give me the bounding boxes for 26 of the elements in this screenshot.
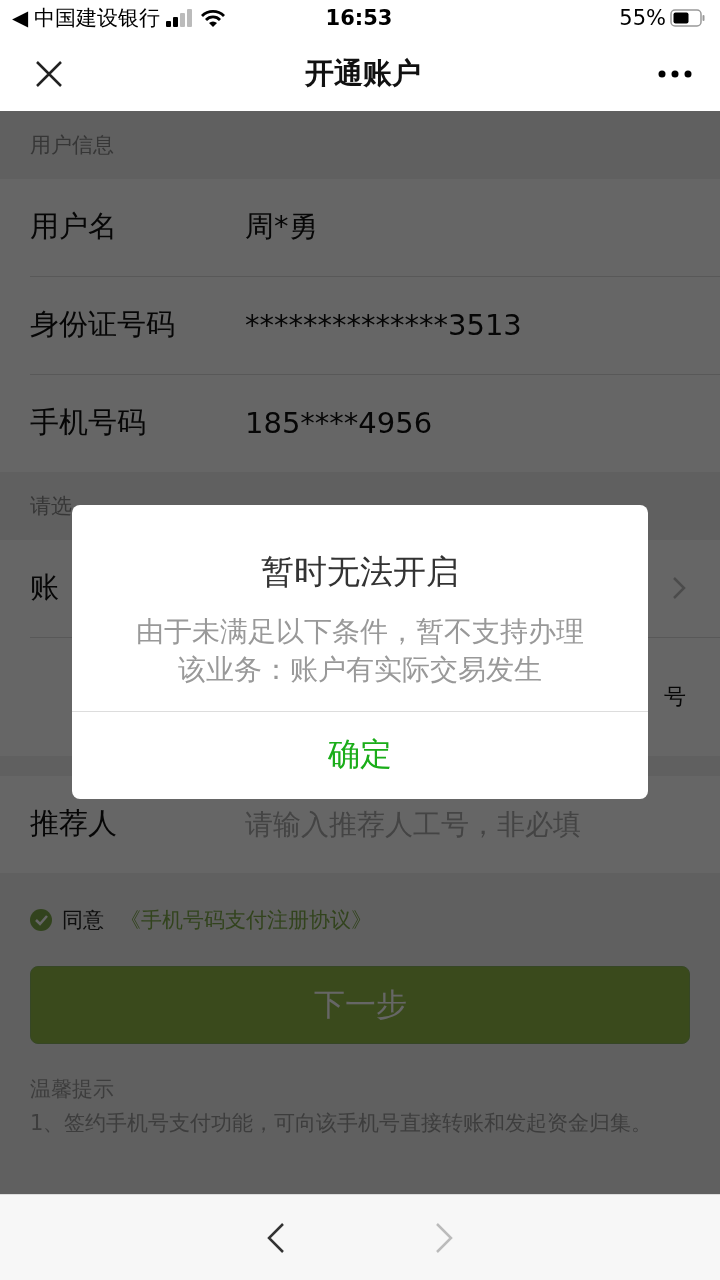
- battery-icon: [670, 9, 706, 28]
- back-icon[interactable]: [267, 1221, 285, 1254]
- wifi-icon: [200, 8, 227, 29]
- back-arrow[interactable]: ◀: [12, 6, 29, 31]
- agree-label: 同意: [62, 906, 104, 934]
- clock-time: 16:53: [325, 6, 393, 31]
- field-value: **************3513: [245, 308, 523, 343]
- field-label: 账: [30, 569, 60, 607]
- battery-percent: 55%: [619, 6, 666, 31]
- field-note: 号: [664, 682, 686, 711]
- field-label: 用户名: [30, 208, 118, 246]
- page-title: 开通账户: [305, 54, 421, 92]
- agreement-link[interactable]: 《手机号码支付注册协议》: [120, 905, 372, 934]
- close-icon[interactable]: [34, 58, 64, 89]
- field-label: 手机号码: [30, 404, 147, 442]
- checkbox-icon[interactable]: [30, 908, 52, 931]
- signal-icon: [166, 9, 195, 28]
- carrier-name: 中国建设银行: [34, 5, 161, 33]
- dialog-title: 暂时无法开启: [260, 550, 460, 593]
- dialog-message: 由于未满足以下条件，暂不支持办理该业务：账户有实际交易发生: [135, 613, 585, 688]
- field-label: 身份证号码: [30, 306, 176, 344]
- field-label: 推荐人: [30, 805, 118, 843]
- next-step-button[interactable]: 下一步: [30, 965, 690, 1044]
- confirm-button[interactable]: 确定: [72, 710, 648, 799]
- field-value: 185****4956: [245, 406, 434, 441]
- field-value: 周*勇: [245, 208, 319, 246]
